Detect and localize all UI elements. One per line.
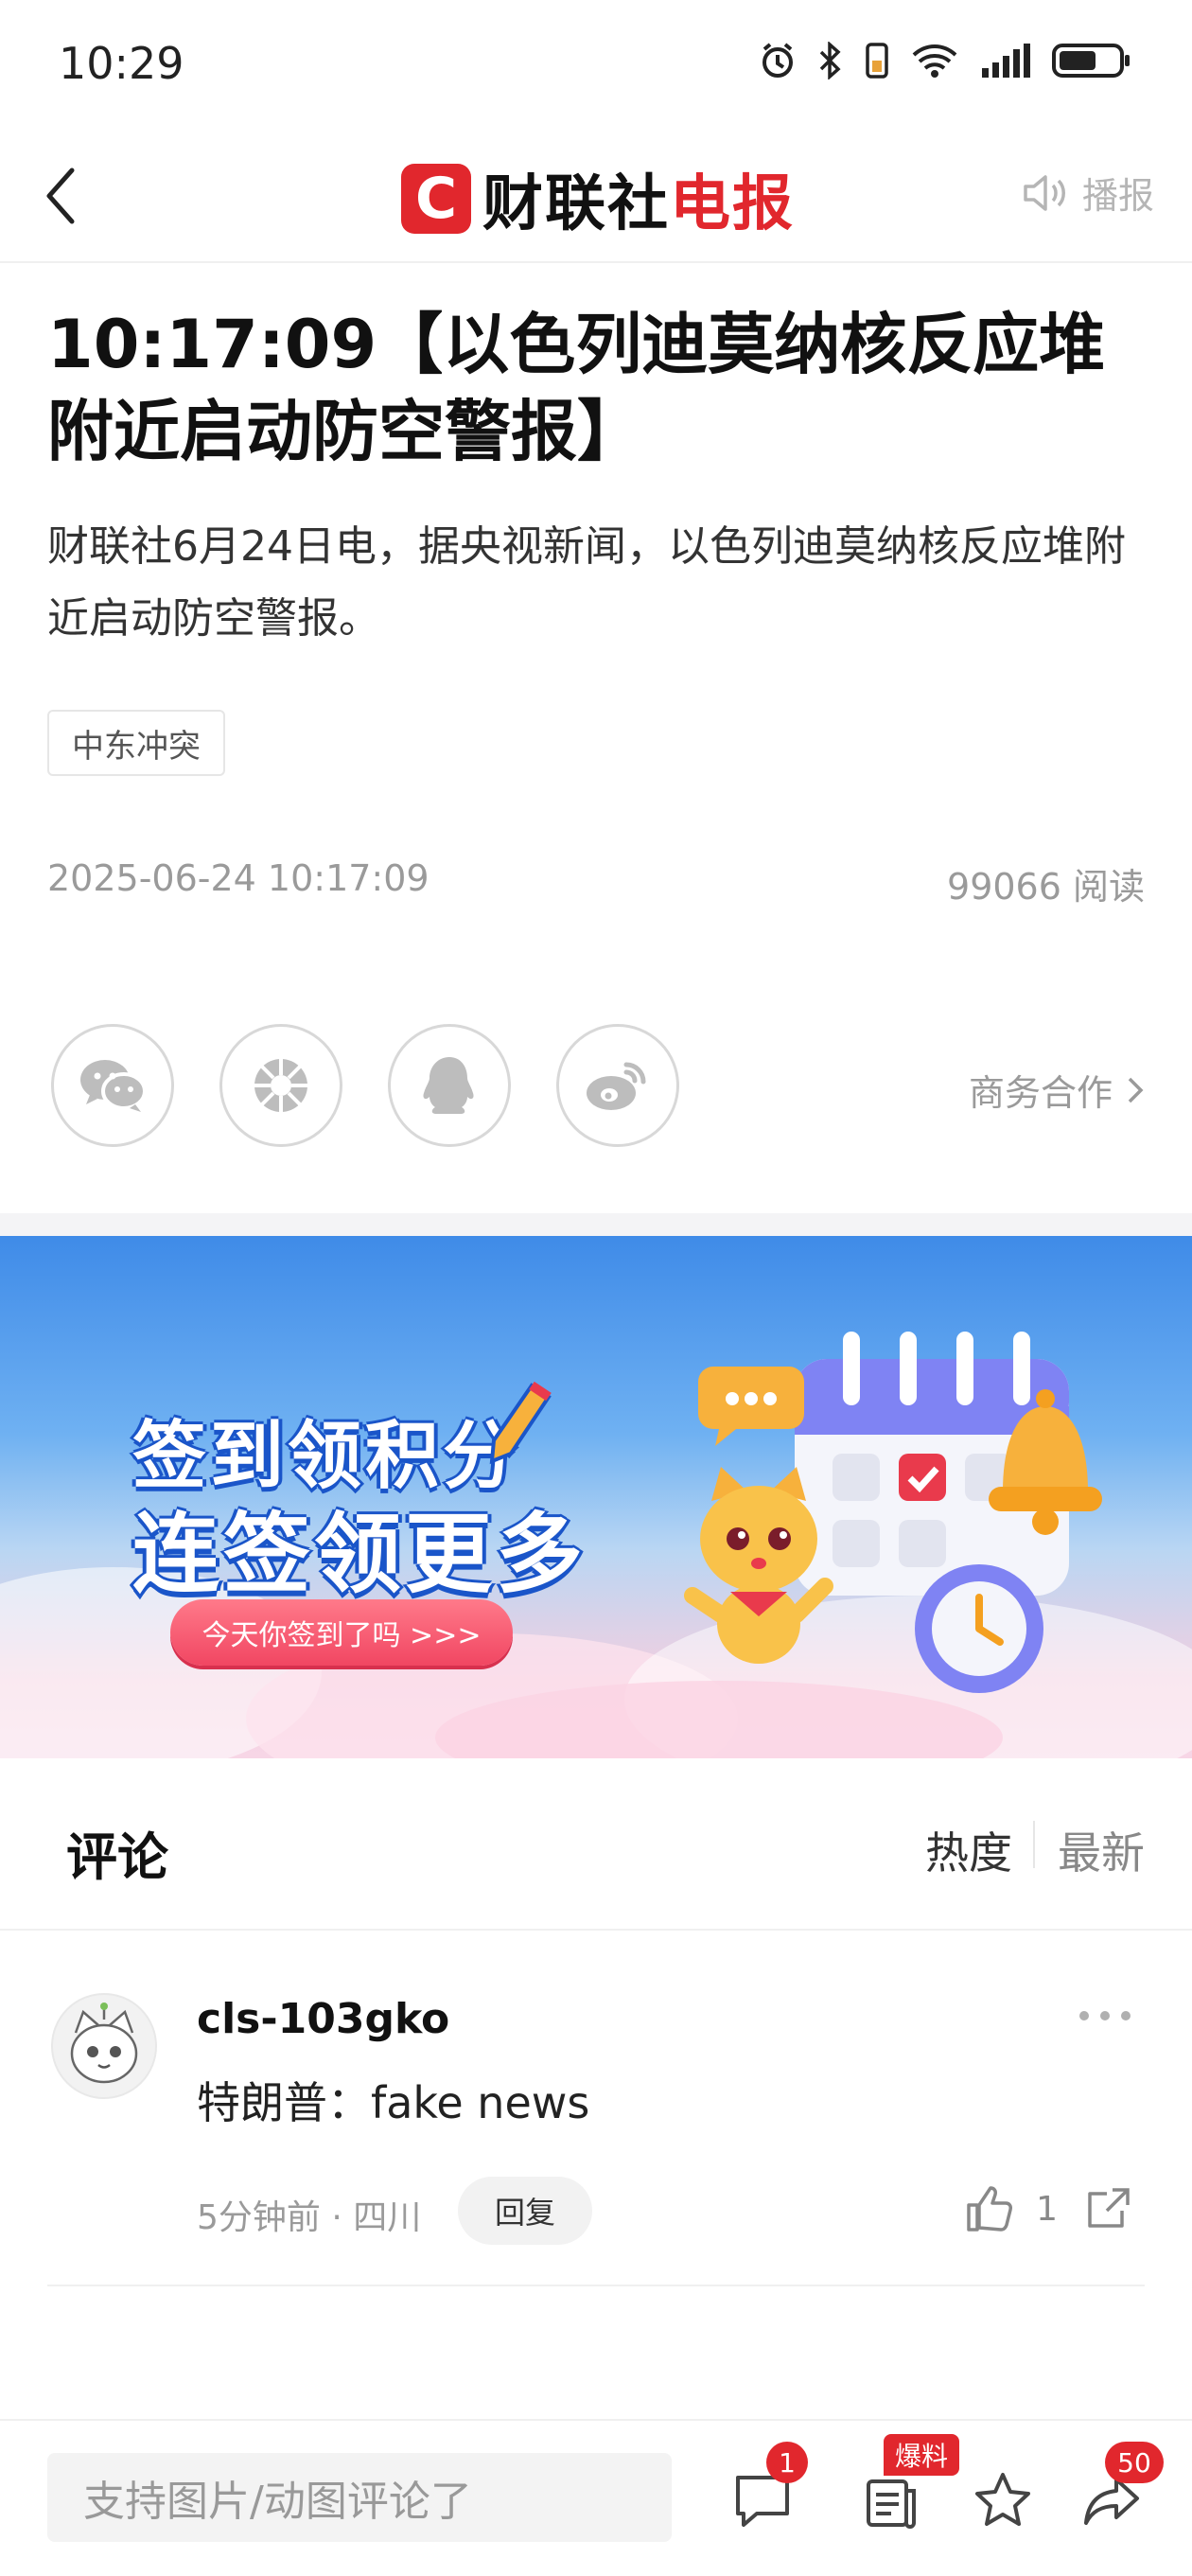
comment-meta: 5分钟前 · 四川 <box>197 2198 422 2237</box>
comments-title: 评论 <box>66 1827 168 1887</box>
checkin-banner[interactable]: 签到领积分 连签领更多 今天你签到了吗 >>> <box>0 1236 1192 1758</box>
share-count-badge: 50 <box>1105 2442 1164 2483</box>
logo-text: 财联社电报 <box>482 155 795 242</box>
bluetooth-icon <box>819 42 841 79</box>
vibrate-icon <box>866 43 888 79</box>
article-title: 10:17:09【以色列迪莫纳核反应堆附近启动防空警报】 <box>47 306 1106 470</box>
qq-icon <box>423 1057 474 1114</box>
share-qq-button[interactable] <box>388 1024 511 1147</box>
chat-bubble-illustration <box>698 1367 804 1446</box>
back-arrow-icon[interactable] <box>42 163 79 229</box>
sort-by-newest-tab[interactable]: 最新 <box>1058 1819 1145 1881</box>
thumbs-up-icon[interactable] <box>965 2184 1014 2233</box>
section-divider <box>0 1213 1192 1236</box>
share-wechat-button[interactable] <box>51 1024 174 1147</box>
comment-username[interactable]: cls-103gko <box>197 1995 449 2043</box>
cat-mascot-illustration <box>684 1467 833 1664</box>
broadcast-label: 播报 <box>1081 175 1154 217</box>
more-options-icon[interactable] <box>1077 2006 1133 2025</box>
battery-icon <box>1052 44 1130 78</box>
share-comment-icon[interactable] <box>1084 2184 1133 2233</box>
read-count: 99066 阅读 <box>947 866 1145 908</box>
status-icons <box>759 42 1131 79</box>
share-moments-button[interactable] <box>219 1024 342 1147</box>
logo-text-telegram: 电报 <box>670 169 795 239</box>
publish-date: 2025-06-24 10:17:09 <box>47 857 429 899</box>
comment-text: 特朗普：fake news <box>197 2077 590 2128</box>
sort-divider <box>1033 1821 1035 1868</box>
business-cooperation-link[interactable]: 商务合作 <box>969 1064 1145 1116</box>
pencil-icon <box>489 1381 552 1465</box>
article-body: 财联社6月24日电，据央视新闻，以色列迪莫纳核反应堆附近启动防空警报。 <box>47 522 1126 643</box>
banner-headline-2: 连签领更多 <box>132 1504 587 1605</box>
scoop-label: 爆料 <box>884 2434 960 2476</box>
alarm-icon <box>763 43 793 78</box>
favorite-star-icon[interactable] <box>973 2470 1033 2531</box>
app-logo: C 财联社电报 <box>401 155 795 242</box>
avatar[interactable] <box>51 1993 157 2099</box>
moments-icon <box>254 1059 307 1112</box>
wifi-icon <box>912 44 957 78</box>
scoop-document-icon[interactable] <box>861 2470 921 2531</box>
bell-illustration <box>989 1389 1102 1535</box>
broadcast-button[interactable]: 播报 <box>1022 167 1154 219</box>
wechat-icon <box>80 1060 147 1112</box>
topic-tag[interactable]: 中东冲突 <box>47 710 225 776</box>
bottom-action-bar: 支持图片/动图评论了 1 爆料 50 <box>0 2419 1192 2576</box>
signal-icon <box>982 44 1030 78</box>
comments-header: 评论 热度 最新 <box>0 1758 1192 1931</box>
logo-text-brand: 财联社 <box>482 169 670 239</box>
like-count: 1 <box>1036 2190 1058 2229</box>
checkin-button[interactable]: 今天你签到了吗 >>> <box>170 1599 513 1666</box>
comment-count-badge: 1 <box>766 2442 808 2483</box>
share-weibo-button[interactable] <box>556 1024 679 1147</box>
weibo-icon <box>587 1062 646 1110</box>
reply-button[interactable]: 回复 <box>458 2177 592 2245</box>
sort-by-hot-tab[interactable]: 热度 <box>925 1819 1012 1881</box>
status-time: 10:29 <box>59 38 184 89</box>
chevron-right-icon <box>1128 1077 1144 1103</box>
business-label: 商务合作 <box>968 1072 1113 1114</box>
speaker-icon <box>1024 174 1065 211</box>
comment-divider <box>47 2285 1145 2286</box>
cat-avatar-icon <box>70 2003 138 2084</box>
comment-input[interactable]: 支持图片/动图评论了 <box>47 2453 672 2542</box>
logo-mark: C <box>401 164 471 234</box>
clock-illustration <box>915 1564 1043 1693</box>
top-nav: C 财联社电报 播报 <box>0 132 1192 263</box>
